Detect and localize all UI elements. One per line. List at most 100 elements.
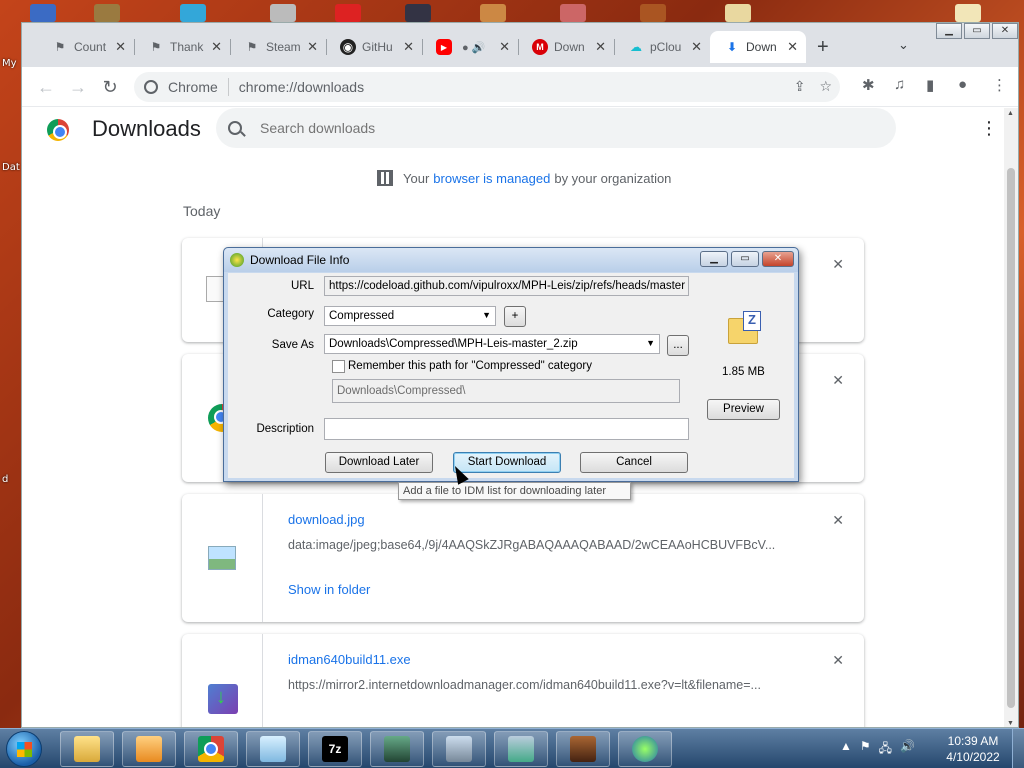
tab-thank[interactable]: ⚑ Thank ✕ [134, 31, 231, 63]
share-icon[interactable]: ⇪ [794, 78, 806, 95]
tab-github[interactable]: ◉ GitHu ✕ [326, 31, 423, 63]
desktop-icon[interactable] [270, 4, 296, 22]
reload-button[interactable]: ↻ [96, 73, 124, 101]
dialog-minimize-button[interactable]: ▁ [700, 251, 728, 267]
close-icon[interactable]: ✕ [211, 39, 222, 55]
desktop-icon[interactable] [405, 4, 431, 22]
remove-item-icon[interactable]: ✕ [832, 652, 844, 669]
extensions-puzzle-icon[interactable]: ✱ [862, 76, 875, 94]
browser-toolbar: ← → ↻ Chrome chrome://downloads ⇪ ☆ ✱ ♫ … [22, 67, 1018, 107]
taskbar-app[interactable] [370, 731, 424, 767]
back-button[interactable]: ← [32, 73, 60, 101]
more-actions-icon[interactable]: ⋮ [980, 118, 998, 139]
remove-item-icon[interactable]: ✕ [832, 372, 844, 389]
taskbar-media-player[interactable] [122, 731, 176, 767]
tab-pcloud[interactable]: ☁ pClou ✕ [614, 31, 710, 63]
desktop-icon[interactable] [955, 4, 981, 22]
search-input[interactable] [260, 120, 820, 136]
show-in-folder-link[interactable]: Show in folder [288, 582, 370, 597]
chrome-menu-icon[interactable]: ⋮ [992, 76, 1007, 94]
desktop-icon[interactable] [30, 4, 56, 22]
taskbar-game[interactable] [556, 731, 610, 767]
page-scrollbar[interactable]: ▲ ▼ [1004, 108, 1018, 727]
action-center-icon[interactable]: ⚑ [860, 739, 871, 760]
desktop-icon[interactable] [94, 4, 120, 22]
taskbar-idm[interactable] [618, 731, 672, 767]
media-control-icon[interactable]: ♫ [894, 76, 905, 93]
desktop-icon[interactable] [335, 4, 361, 22]
new-tab-button[interactable]: + [817, 36, 829, 59]
profile-avatar-icon[interactable]: ● [958, 76, 967, 93]
search-downloads-box[interactable] [216, 108, 896, 148]
file-source-url[interactable]: https://mirror2.internetdownloadmanager.… [288, 678, 761, 692]
category-select[interactable]: Compressed ▼ [324, 306, 496, 326]
tab-downloads[interactable]: ⬇ Down ✕ [710, 31, 806, 63]
start-button[interactable] [6, 731, 42, 767]
building-icon [377, 170, 393, 186]
tab-search-chevron-icon[interactable]: ⌄ [898, 37, 909, 53]
taskbar-7zip[interactable]: 7z [308, 731, 362, 767]
tray-expand-icon[interactable]: ▲ [840, 739, 852, 760]
address-bar[interactable]: Chrome chrome://downloads ⇪ ☆ [134, 72, 840, 102]
tab-count[interactable]: ⚑ Count ✕ [38, 31, 135, 63]
close-window-button[interactable]: ✕ [992, 23, 1018, 39]
file-name-link[interactable]: idman640build11.exe [288, 652, 411, 667]
download-later-button[interactable]: Download Later [325, 452, 433, 473]
tab-mega[interactable]: M Down ✕ [518, 31, 615, 63]
tab-youtube[interactable]: ▶ ● 🔊 ✕ [422, 31, 519, 63]
site-chip[interactable]: Chrome [144, 78, 229, 96]
taskbar-explorer[interactable] [60, 731, 114, 767]
remove-item-icon[interactable]: ✕ [832, 256, 844, 273]
close-icon[interactable]: ✕ [499, 39, 510, 55]
dialog-titlebar[interactable]: Download File Info ▁ ▭ ✕ [224, 248, 798, 272]
cancel-button[interactable]: Cancel [580, 452, 688, 473]
dropdown-arrow-icon: ▼ [646, 338, 655, 348]
managed-link[interactable]: browser is managed [433, 171, 550, 186]
preview-button[interactable]: Preview [707, 399, 780, 420]
taskbar-counter-strike[interactable] [432, 731, 486, 767]
side-panel-icon[interactable]: ▮ [926, 76, 934, 94]
scroll-up-icon[interactable]: ▲ [1007, 110, 1014, 117]
desktop-icon[interactable] [480, 4, 506, 22]
forward-button[interactable]: → [64, 73, 92, 101]
taskbar-clock[interactable]: 10:39 AM 4/10/2022 [940, 733, 1006, 765]
volume-icon[interactable]: 🔊 [900, 739, 915, 760]
start-download-button[interactable]: Start Download [453, 452, 561, 473]
pcloud-icon: ☁ [630, 40, 642, 54]
url-field[interactable]: https://codeload.github.com/vipulroxx/MP… [324, 276, 689, 296]
taskbar-chrome[interactable] [184, 731, 238, 767]
taskbar-notepad[interactable] [246, 731, 300, 767]
dialog-title: Download File Info [250, 253, 350, 267]
description-field[interactable] [324, 418, 689, 440]
close-icon[interactable]: ✕ [307, 39, 318, 55]
scroll-down-icon[interactable]: ▼ [1007, 720, 1014, 727]
file-name-link[interactable]: download.jpg [288, 512, 365, 527]
tab-steam[interactable]: ⚑ Steam ✕ [230, 31, 327, 63]
show-desktop-button[interactable] [1012, 729, 1024, 768]
desktop-icon[interactable] [725, 4, 751, 22]
bookmark-star-icon[interactable]: ☆ [819, 78, 832, 95]
desktop-icon[interactable] [560, 4, 586, 22]
dialog-maximize-button[interactable]: ▭ [731, 251, 759, 267]
desktop-icon[interactable] [180, 4, 206, 22]
minimize-button[interactable]: ▁ [936, 23, 962, 39]
close-icon[interactable]: ✕ [691, 39, 702, 55]
remove-item-icon[interactable]: ✕ [832, 512, 844, 529]
restore-button[interactable]: ▭ [964, 23, 990, 39]
dialog-close-button[interactable]: ✕ [762, 251, 794, 267]
remember-path-checkbox[interactable] [332, 360, 345, 373]
close-icon[interactable]: ✕ [787, 39, 798, 55]
close-icon[interactable]: ✕ [595, 39, 606, 55]
taskbar-gta[interactable] [494, 731, 548, 767]
network-icon[interactable]: 🖧 [879, 739, 892, 760]
save-as-select[interactable]: Downloads\Compressed\MPH-Leis-master_2.z… [324, 334, 660, 354]
desktop-icon[interactable] [640, 4, 666, 22]
close-icon[interactable]: ✕ [403, 39, 414, 55]
scrollbar-thumb[interactable] [1007, 168, 1015, 708]
add-category-button[interactable]: + [504, 306, 526, 327]
browse-button[interactable]: ... [667, 335, 689, 356]
managed-notice: Your browser is managed by your organiza… [377, 170, 671, 186]
desktop-top-icons [20, 0, 1024, 22]
close-icon[interactable]: ✕ [115, 39, 126, 55]
file-source-url[interactable]: data:image/jpeg;base64,/9j/4AAQSkZJRgABA… [288, 538, 775, 552]
